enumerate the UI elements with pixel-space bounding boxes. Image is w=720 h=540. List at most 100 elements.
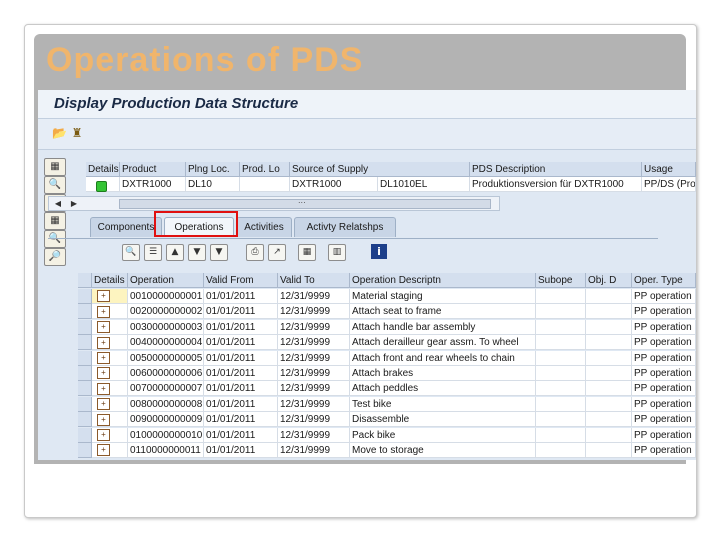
- row-valid-from[interactable]: 01/01/2011: [204, 443, 278, 458]
- row-description[interactable]: Move to storage: [350, 443, 536, 458]
- sort-ascending-icon[interactable]: ▲: [166, 244, 184, 261]
- ops-col-details[interactable]: Details: [92, 273, 128, 288]
- row-valid-to[interactable]: 12/31/9999: [278, 319, 350, 335]
- row-description[interactable]: Attach peddles: [350, 381, 536, 397]
- ops-col-valid-to[interactable]: Valid To: [278, 273, 350, 288]
- row-obj-d[interactable]: [586, 335, 632, 351]
- layout-icon[interactable]: ▦: [298, 244, 316, 261]
- row-selector[interactable]: [78, 412, 92, 428]
- row-details[interactable]: +: [92, 304, 128, 320]
- export-icon[interactable]: ↗: [268, 244, 286, 261]
- horizontal-scrollbar[interactable]: ◀ ▶ ...: [48, 196, 500, 211]
- row-selector[interactable]: [78, 319, 92, 335]
- row-oper-type[interactable]: PP operation: [632, 381, 696, 397]
- details-expand-icon[interactable]: +: [97, 336, 110, 349]
- row-details[interactable]: +: [92, 427, 128, 443]
- ops-col-operation[interactable]: Operation: [128, 273, 204, 288]
- tab-activity-relationships[interactable]: Activty Relatshps: [294, 217, 396, 237]
- print-icon[interactable]: ⎙: [246, 244, 264, 261]
- header-source[interactable]: DXTR1000: [290, 177, 378, 192]
- row-subope[interactable]: [536, 335, 586, 351]
- row-valid-to[interactable]: 12/31/9999: [278, 335, 350, 351]
- row-operation[interactable]: 0080000000008: [128, 396, 204, 412]
- details-expand-icon[interactable]: +: [97, 382, 110, 395]
- pin-icon[interactable]: ♜: [70, 126, 84, 140]
- row-oper-type[interactable]: PP operation: [632, 396, 696, 412]
- details-expand-icon[interactable]: +: [97, 305, 110, 318]
- row-obj-d[interactable]: [586, 319, 632, 335]
- row-subope[interactable]: [536, 304, 586, 320]
- row-operation[interactable]: 0110000000011: [128, 443, 204, 458]
- row-details[interactable]: +: [92, 443, 128, 458]
- row-selector[interactable]: [78, 335, 92, 351]
- row-valid-from[interactable]: 01/01/2011: [204, 350, 278, 366]
- row-details[interactable]: +: [92, 381, 128, 397]
- row-operation[interactable]: 0090000000009: [128, 412, 204, 428]
- row-valid-to[interactable]: 12/31/9999: [278, 427, 350, 443]
- col-source-of-supply[interactable]: Source of Supply: [290, 162, 470, 177]
- row-details[interactable]: +: [92, 319, 128, 335]
- row-description[interactable]: Disassemble: [350, 412, 536, 428]
- row-description[interactable]: Pack bike: [350, 427, 536, 443]
- row-subope[interactable]: [536, 350, 586, 366]
- header-source-2[interactable]: DL1010EL: [378, 177, 470, 192]
- details-expand-icon[interactable]: +: [97, 428, 110, 441]
- row-selector[interactable]: [78, 427, 92, 443]
- row-valid-from[interactable]: 01/01/2011: [204, 366, 278, 381]
- tab-activities[interactable]: Activities: [236, 217, 292, 237]
- ops-col-oper-type[interactable]: Oper. Type: [632, 273, 696, 288]
- row-operation[interactable]: 0040000000004: [128, 335, 204, 351]
- row-obj-d[interactable]: [586, 412, 632, 428]
- col-details[interactable]: Details: [86, 162, 120, 177]
- row-operation[interactable]: 0050000000005: [128, 350, 204, 366]
- tab-components[interactable]: Components: [90, 217, 162, 237]
- header-plng-loc[interactable]: DL10: [186, 177, 240, 192]
- row-oper-type[interactable]: PP operation: [632, 443, 696, 458]
- col-prod-lo[interactable]: Prod. Lo: [240, 162, 290, 177]
- row-valid-to[interactable]: 12/31/9999: [278, 396, 350, 412]
- scrollbar-thumb[interactable]: ...: [119, 196, 491, 209]
- row-subope[interactable]: [536, 443, 586, 458]
- row-details[interactable]: +: [92, 366, 128, 381]
- sort-descending-icon[interactable]: ▼: [188, 244, 206, 261]
- row-description[interactable]: Attach derailleur gear assm. To wheel: [350, 335, 536, 351]
- row-obj-d[interactable]: [586, 443, 632, 458]
- row-oper-type[interactable]: PP operation: [632, 289, 696, 304]
- row-valid-from[interactable]: 01/01/2011: [204, 319, 278, 335]
- row-obj-d[interactable]: [586, 350, 632, 366]
- row-operation[interactable]: 0070000000007: [128, 381, 204, 397]
- details-expand-icon[interactable]: +: [97, 413, 110, 426]
- info-icon[interactable]: i: [371, 244, 387, 259]
- funnel-icon[interactable]: ▼: [210, 244, 228, 261]
- row-operation[interactable]: 0100000000010: [128, 427, 204, 443]
- details-expand-icon[interactable]: +: [97, 444, 110, 457]
- grid-toggle-icon[interactable]: ▦: [44, 158, 66, 176]
- row-valid-to[interactable]: 12/31/9999: [278, 381, 350, 397]
- row-description[interactable]: Attach handle bar assembly: [350, 319, 536, 335]
- scroll-left-icon[interactable]: ◀: [51, 197, 65, 210]
- details-icon[interactable]: 🔍: [122, 244, 140, 261]
- header-prod-lo[interactable]: [240, 177, 290, 192]
- header-description[interactable]: Produktionsversion für DXTR1000: [470, 177, 642, 192]
- row-details[interactable]: +: [92, 396, 128, 412]
- details-expand-icon[interactable]: +: [97, 321, 110, 334]
- ops-col-subope[interactable]: Subope: [536, 273, 586, 288]
- row-description[interactable]: Attach brakes: [350, 366, 536, 381]
- row-oper-type[interactable]: PP operation: [632, 319, 696, 335]
- row-subope[interactable]: [536, 289, 586, 304]
- filter-icon[interactable]: ☰: [144, 244, 162, 261]
- row-valid-to[interactable]: 12/31/9999: [278, 289, 350, 304]
- ops-col-operation-description[interactable]: Operation Descriptn: [350, 273, 536, 288]
- row-description[interactable]: Attach front and rear wheels to chain: [350, 350, 536, 366]
- row-operation[interactable]: 0060000000006: [128, 366, 204, 381]
- col-pds-description[interactable]: PDS Description: [470, 162, 642, 177]
- row-valid-from[interactable]: 01/01/2011: [204, 381, 278, 397]
- row-valid-to[interactable]: 12/31/9999: [278, 412, 350, 428]
- row-description[interactable]: Test bike: [350, 396, 536, 412]
- row-valid-from[interactable]: 01/01/2011: [204, 289, 278, 304]
- row-operation[interactable]: 0010000000001: [128, 289, 204, 304]
- row-valid-from[interactable]: 01/01/2011: [204, 304, 278, 320]
- row-valid-to[interactable]: 12/31/9999: [278, 350, 350, 366]
- row-selector[interactable]: [78, 366, 92, 381]
- row-obj-d[interactable]: [586, 381, 632, 397]
